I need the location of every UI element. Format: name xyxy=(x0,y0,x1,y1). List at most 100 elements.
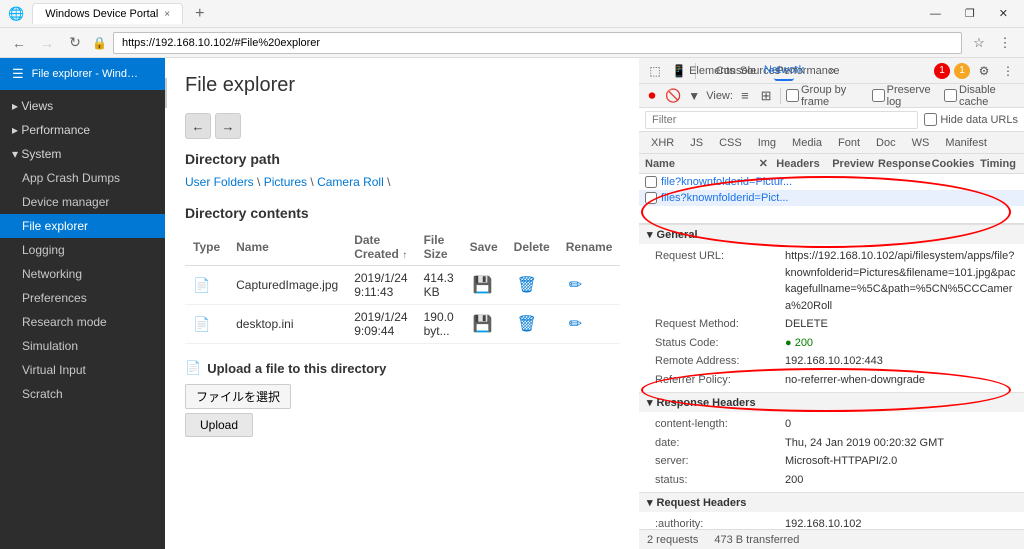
breadcrumb-camera-roll[interactable]: Camera Roll xyxy=(317,175,384,189)
performance-tab[interactable]: Performance xyxy=(798,61,818,81)
sidebar-item-file-explorer[interactable]: File explorer xyxy=(0,214,165,238)
sidebar-collapse-btn[interactable]: ◀ xyxy=(165,78,167,108)
sidebar-item-preferences[interactable]: Preferences xyxy=(0,286,165,310)
col-name[interactable]: Name xyxy=(228,229,346,266)
rename-file-btn[interactable]: ✏ xyxy=(566,314,585,334)
sidebar-item-views[interactable]: ▸ Views xyxy=(0,94,165,118)
view-grid-btn[interactable]: ⊞ xyxy=(757,86,775,106)
request-row[interactable]: file?knownfolderid=Pictur... xyxy=(639,174,1024,190)
sidebar-item-device-manager[interactable]: Device manager xyxy=(0,190,165,214)
col-close[interactable]: ✕ xyxy=(752,157,768,170)
new-tab-btn[interactable]: + xyxy=(195,5,204,23)
address-bar[interactable] xyxy=(113,32,962,54)
rename-file-btn[interactable]: ✏ xyxy=(566,275,585,295)
tab-css[interactable]: CSS xyxy=(711,134,750,152)
request-cb[interactable] xyxy=(645,192,657,204)
sidebar-item-virtual-input[interactable]: Virtual Input xyxy=(0,358,165,382)
request-row[interactable]: files?knownfolderid=Pict... xyxy=(639,190,1024,206)
hide-data-urls-cb[interactable] xyxy=(924,113,937,126)
sidebar-item-simulation[interactable]: Simulation xyxy=(0,334,165,358)
tab-close-btn[interactable]: × xyxy=(164,9,170,20)
sidebar-item-performance[interactable]: ▸ Performance xyxy=(0,118,165,142)
dir-contents-title: Directory contents xyxy=(185,205,619,221)
upload-section: 📄 Upload a file to this directory ファイルを選… xyxy=(185,360,619,437)
menu-icon[interactable]: ☰ xyxy=(12,66,24,82)
clear-btn[interactable]: 🚫 xyxy=(664,86,682,106)
toolbar-icons: ☆ ⋮ xyxy=(968,32,1016,54)
disable-cache-cb[interactable] xyxy=(944,89,957,102)
more-icon[interactable]: ⋮ xyxy=(994,32,1016,54)
response-headers-content: content-length:0 date:Thu, 24 Jan 2019 0… xyxy=(639,412,1024,492)
more-tabs-btn[interactable]: » xyxy=(822,61,842,81)
preserve-log-cb[interactable] xyxy=(872,89,885,102)
breadcrumb-pictures[interactable]: Pictures xyxy=(264,175,307,189)
request-list: file?knownfolderid=Pictur... files?known… xyxy=(639,174,1024,224)
back-arrow-btn[interactable]: ← xyxy=(185,113,211,139)
col-type: Type xyxy=(185,229,228,266)
upload-btn[interactable]: Upload xyxy=(185,413,253,437)
file-choose-btn[interactable]: ファイルを選択 xyxy=(185,384,291,409)
tab-manifest[interactable]: Manifest xyxy=(937,134,995,152)
record-btn[interactable]: ⏺ xyxy=(643,86,661,106)
save-file-btn[interactable]: 💾 xyxy=(470,275,496,295)
view-list-btn[interactable]: ≡ xyxy=(736,86,754,106)
col-headers[interactable]: Headers xyxy=(768,158,828,170)
sidebar-item-system[interactable]: ▾ System xyxy=(0,142,165,166)
sidebar-item-research-mode[interactable]: Research mode xyxy=(0,310,165,334)
col-cookies[interactable]: Cookies xyxy=(928,158,978,170)
tab-js[interactable]: JS xyxy=(682,134,711,152)
sidebar-item-networking[interactable]: Networking xyxy=(0,262,165,286)
devtools-settings-icon[interactable]: ⚙ xyxy=(974,61,994,81)
refresh-btn[interactable]: ↻ xyxy=(64,32,86,54)
tab-doc[interactable]: Doc xyxy=(868,134,904,152)
disable-cache-label[interactable]: Disable cache xyxy=(944,84,1020,108)
forward-btn[interactable]: → xyxy=(36,32,58,54)
tab-media[interactable]: Media xyxy=(784,134,830,152)
delete-file-btn[interactable]: 🗑 xyxy=(514,275,540,295)
devtools-device-icon[interactable]: 📱 xyxy=(669,61,689,81)
save-file-btn[interactable]: 💾 xyxy=(470,314,496,334)
close-btn[interactable]: ✕ xyxy=(991,5,1016,22)
detail-row: Request URL: https://192.168.10.102/api/… xyxy=(655,247,1016,315)
delete-file-btn[interactable]: 🗑 xyxy=(514,314,540,334)
star-icon[interactable]: ☆ xyxy=(968,32,990,54)
col-date[interactable]: Date Created ↑ xyxy=(346,229,415,266)
group-by-frame-cb[interactable] xyxy=(786,89,799,102)
col-timing[interactable]: Timing xyxy=(978,158,1018,170)
upload-title: 📄 Upload a file to this directory xyxy=(185,360,619,376)
back-btn[interactable]: ← xyxy=(8,32,30,54)
col-delete: Delete xyxy=(506,229,558,266)
tab-font[interactable]: Font xyxy=(830,134,868,152)
filter-icon[interactable]: ▼ xyxy=(685,86,703,106)
breadcrumb-user-folders[interactable]: User Folders xyxy=(185,175,254,189)
sidebar-item-app-crash-dumps[interactable]: App Crash Dumps xyxy=(0,166,165,190)
file-size: 190.0 byt... xyxy=(416,305,462,344)
nav-arrows: ← → xyxy=(185,113,619,139)
devtools-more-icon[interactable]: ⋮ xyxy=(998,61,1018,81)
response-headers-header[interactable]: ▾ Response Headers xyxy=(639,392,1024,412)
minimize-btn[interactable]: — xyxy=(922,6,949,22)
preserve-log-label[interactable]: Preserve log xyxy=(872,84,941,108)
col-preview[interactable]: Preview xyxy=(828,158,878,170)
hide-data-urls-label[interactable]: Hide data URLs xyxy=(924,113,1018,126)
tab-img[interactable]: Img xyxy=(750,134,784,152)
tab-xhr[interactable]: XHR xyxy=(643,134,682,152)
requests-count: 2 requests xyxy=(647,534,698,546)
sidebar-item-scratch[interactable]: Scratch xyxy=(0,382,165,406)
request-cb[interactable] xyxy=(645,176,657,188)
filter-input[interactable] xyxy=(645,111,918,129)
detail-row: Remote Address: 192.168.10.102:443 xyxy=(655,352,1016,371)
request-type-tabs: XHR JS CSS Img Media Font Doc WS Manifes… xyxy=(639,132,1024,154)
request-headers-header[interactable]: ▾ Request Headers xyxy=(639,492,1024,512)
general-section-header[interactable]: ▾ General xyxy=(639,224,1024,244)
tab-ws[interactable]: WS xyxy=(904,134,938,152)
forward-arrow-btn[interactable]: → xyxy=(215,113,241,139)
breadcrumb: User Folders \ Pictures \ Camera Roll \ xyxy=(185,175,619,189)
restore-btn[interactable]: ❐ xyxy=(957,5,983,22)
group-by-frame-label[interactable]: Group by frame xyxy=(786,84,869,108)
browser-tab[interactable]: Windows Device Portal × xyxy=(32,3,183,24)
sidebar-item-logging[interactable]: Logging xyxy=(0,238,165,262)
devtools-inspect-icon[interactable]: ⬚ xyxy=(645,61,665,81)
col-response[interactable]: Response xyxy=(878,158,928,170)
file-size: 414.3 KB xyxy=(416,266,462,305)
